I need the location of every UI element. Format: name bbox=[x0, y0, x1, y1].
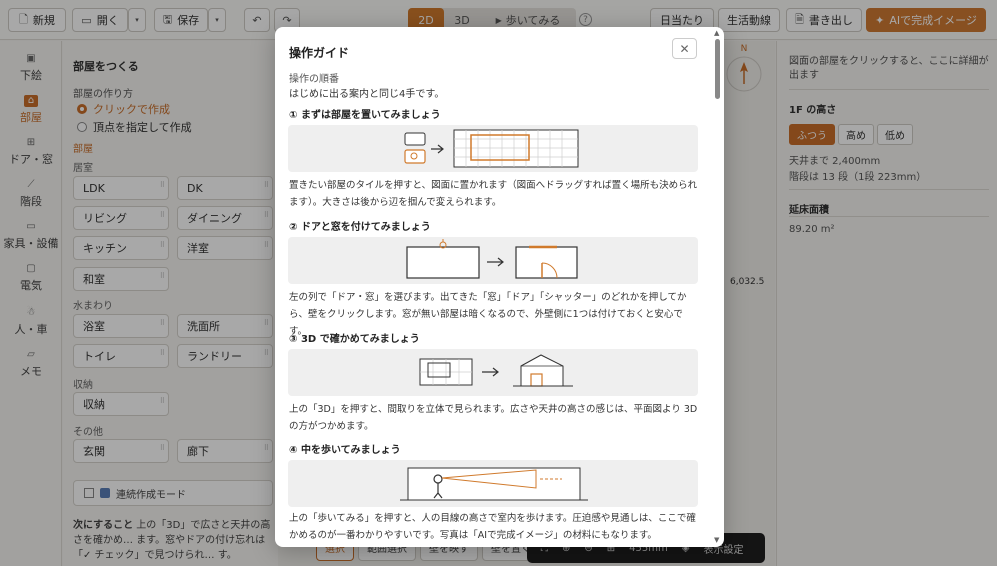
step-3-description: 上の「3D」を押すと、間取りを立体で見られます。広さや天井の高さの感じは、平面図… bbox=[289, 404, 698, 432]
dialog-title: 操作ガイド bbox=[289, 46, 350, 60]
step-1-illustration bbox=[288, 125, 698, 172]
step-2-title: ② ドアと窓を付けてみましょう bbox=[289, 222, 431, 233]
step-3-title: ③ 3D で確かめてみましょう bbox=[289, 334, 420, 345]
order-label: 操作の順番 bbox=[289, 74, 339, 85]
step-4-description: 上の「歩いてみる」を押すと、人の目線の高さで室内を歩けます。圧迫感や見通しは、こ… bbox=[289, 513, 696, 541]
step-2-illustration bbox=[288, 237, 698, 284]
scroll-up-icon[interactable]: ▲ bbox=[714, 29, 719, 37]
step-4-title: ④ 中を歩いてみましょう bbox=[289, 445, 401, 456]
close-button[interactable]: ✕ bbox=[672, 38, 697, 59]
place-room-diagram bbox=[404, 129, 579, 168]
walkthrough-diagram bbox=[400, 467, 588, 501]
dialog-scrollbar[interactable] bbox=[711, 27, 724, 547]
step-1-description: 置きたい部屋のタイルを押すと、図面に置かれます（図面へドラッグすれば置く場所も決… bbox=[289, 180, 698, 208]
door-window-diagram bbox=[406, 239, 578, 279]
step-3-illustration bbox=[288, 349, 698, 396]
step-1-title: ① まずは部屋を置いてみましょう bbox=[289, 110, 441, 121]
step-4-illustration bbox=[288, 460, 698, 507]
close-icon: ✕ bbox=[679, 41, 690, 56]
scroll-thumb[interactable] bbox=[715, 39, 720, 99]
scroll-down-icon[interactable]: ▼ bbox=[714, 536, 719, 544]
intro-text: はじめに出る案内と同じ4手です。 bbox=[289, 89, 445, 100]
view-3d-diagram bbox=[419, 354, 573, 387]
operation-guide-dialog: 操作ガイド ✕ 操作の順番 はじめに出る案内と同じ4手です。 ① まずは部屋を置… bbox=[275, 27, 724, 547]
